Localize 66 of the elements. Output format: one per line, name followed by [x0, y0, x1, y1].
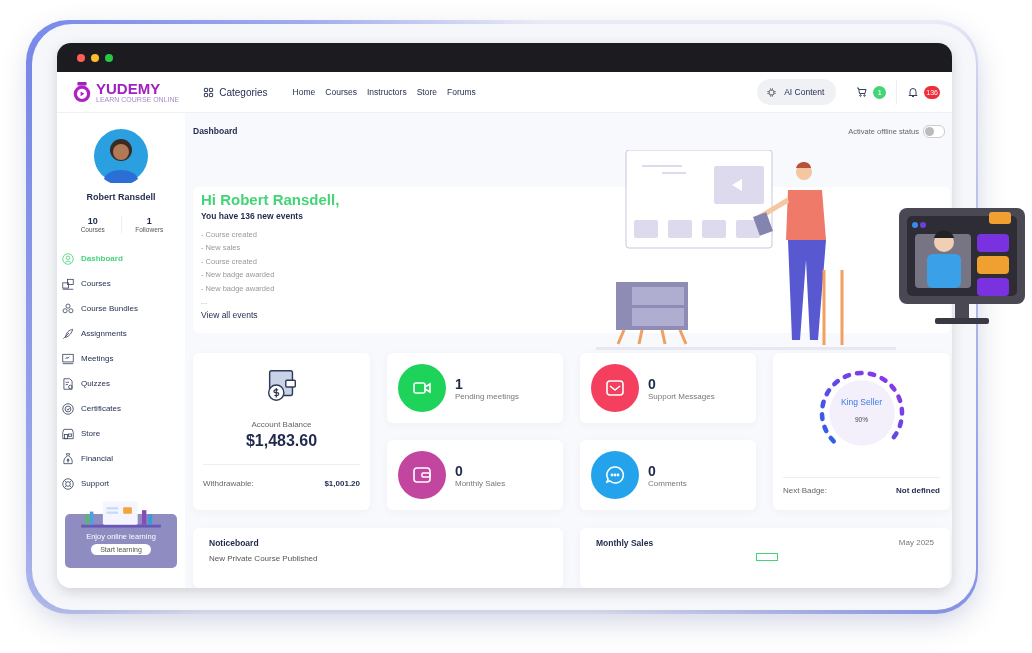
- greeting: Hi Robert Ransdell,: [201, 191, 341, 208]
- nav-link[interactable]: Forums: [446, 87, 476, 97]
- next-badge-label: Next Badge:: [783, 486, 828, 495]
- stat-value: 0: [648, 462, 657, 479]
- legend-marker: [756, 553, 778, 561]
- nav-link[interactable]: Store: [416, 87, 437, 97]
- stat-label: Comments: [648, 478, 687, 488]
- balance-label: Account Balance: [251, 420, 312, 429]
- sidebar-item[interactable]: Courses: [61, 271, 185, 296]
- nav-link[interactable]: Home: [292, 87, 316, 97]
- sidebar-item[interactable]: Store: [61, 421, 185, 446]
- withdrawable-label: Withdrawable:: [203, 479, 254, 488]
- categories-button[interactable]: Categories: [203, 86, 268, 98]
- events-summary: You have 136 new events: [201, 211, 304, 221]
- logo-icon: [71, 81, 93, 103]
- sidebar-item[interactable]: Course Bundles: [61, 296, 185, 321]
- card-title: Noticeboard: [209, 538, 260, 548]
- sidebar-item[interactable]: Support: [61, 471, 185, 496]
- feather-icon: [61, 326, 75, 341]
- stat-label: Monthly Sales: [455, 478, 506, 488]
- sidebar-item[interactable]: Certificates: [61, 396, 185, 421]
- balance-amount: $1,483.60: [245, 432, 318, 450]
- grid-icon: [203, 86, 215, 98]
- stat-value: 1: [455, 375, 464, 392]
- window-control[interactable]: [77, 53, 85, 62]
- badge-name: King Seller: [840, 397, 883, 407]
- circles-icon: [61, 301, 75, 316]
- sidebar-item[interactable]: Quizzes: [61, 371, 185, 396]
- person-circle-icon: [61, 251, 75, 266]
- shop-icon: [61, 426, 75, 441]
- page-title: Dashboard: [193, 126, 239, 137]
- screens-icon: [61, 276, 75, 291]
- chip-icon: [766, 86, 778, 98]
- nav-link[interactable]: Courses: [325, 87, 357, 97]
- window-control[interactable]: [91, 53, 99, 62]
- document-icon: [61, 376, 75, 391]
- stat-label: Pending meetings: [455, 391, 520, 401]
- view-events-link[interactable]: View all events: [201, 310, 942, 321]
- nav-link[interactable]: Instructors: [366, 87, 407, 97]
- notice-item[interactable]: New Private Course Published: [209, 554, 547, 563]
- next-badge-value: Not defined: [896, 486, 940, 495]
- cart-count-badge: 1: [873, 85, 887, 99]
- monitor-icon: [61, 351, 75, 366]
- avatar-icon: [94, 129, 148, 183]
- sidebar-item[interactable]: Meetings: [61, 346, 185, 371]
- period-label: May 2025: [898, 538, 934, 548]
- window-control[interactable]: [105, 53, 113, 62]
- cart-icon[interactable]: [856, 86, 869, 98]
- seal-icon: [61, 401, 75, 416]
- stat-label: Support Messages: [648, 391, 715, 401]
- money-bag-icon: [61, 451, 75, 466]
- offline-toggle[interactable]: [923, 124, 945, 138]
- card-title: Monthly Sales: [596, 538, 654, 548]
- lifebuoy-icon: [61, 476, 75, 491]
- bell-icon[interactable]: [907, 86, 920, 98]
- stat-value: 0: [648, 375, 657, 392]
- ai-content-button[interactable]: AI Content: [757, 79, 837, 105]
- gauge-background: [828, 380, 895, 446]
- logo-text: YUDEMY: [96, 81, 162, 96]
- sidebar-item[interactable]: Financial: [61, 446, 185, 471]
- stat-value: 10: [87, 216, 98, 226]
- stat-value: 0: [455, 462, 464, 479]
- sidebar-item[interactable]: Assignments: [61, 321, 185, 346]
- stat-value: 1: [146, 216, 152, 226]
- withdrawable-amount: $1,001.20: [324, 479, 360, 488]
- profile-name: Robert Ransdell: [86, 192, 156, 202]
